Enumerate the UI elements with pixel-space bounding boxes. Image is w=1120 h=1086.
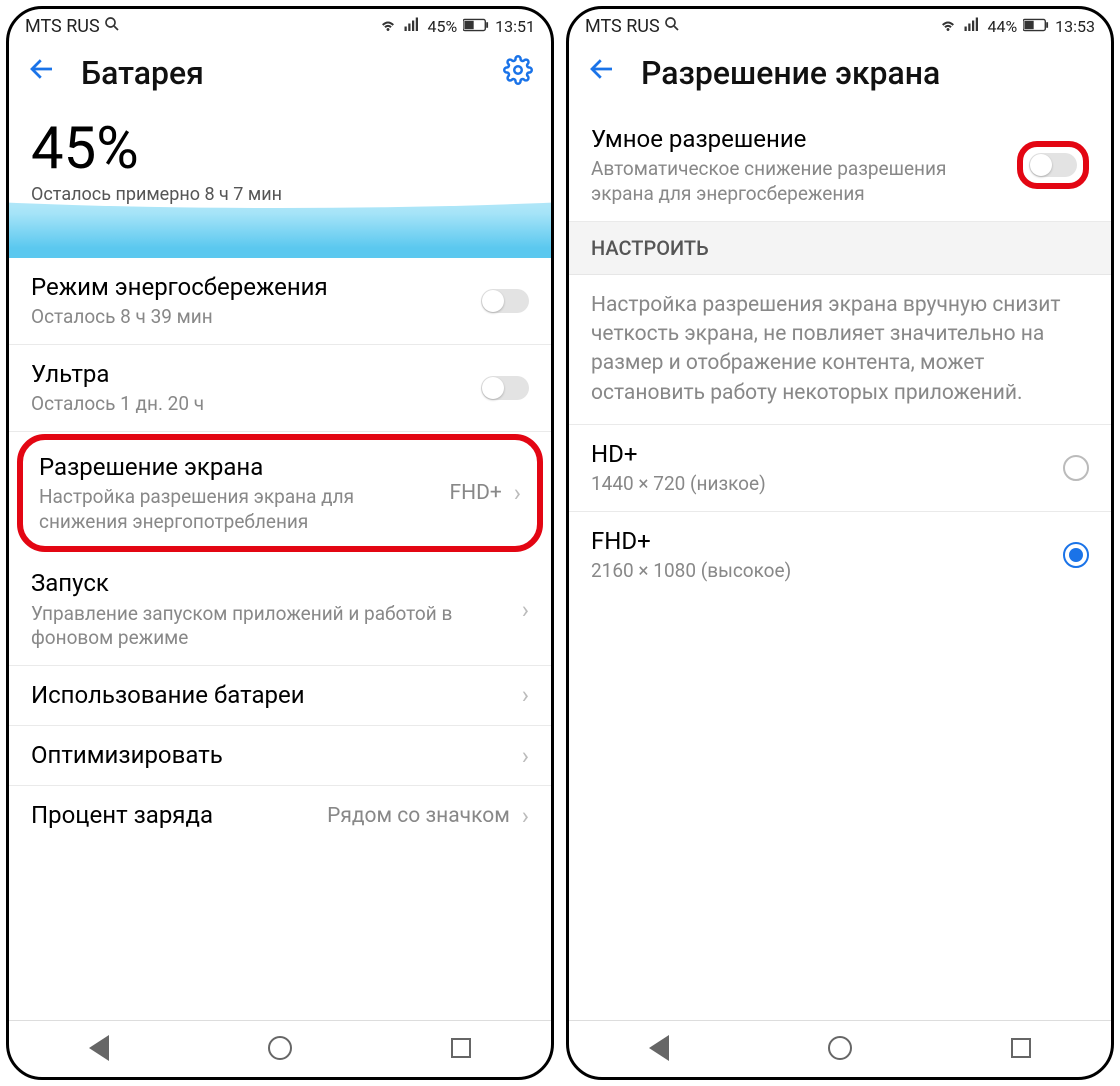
search-icon [103,15,121,38]
nav-home-icon[interactable] [268,1036,292,1060]
ultra-row[interactable]: Ультра Осталось 1 дн. 20 ч [9,345,551,432]
power-save-row[interactable]: Режим энергосбережения Осталось 8 ч 39 м… [9,258,551,345]
phone-right: MTS RUS 44% 13:53 Разрешение экрана [566,6,1114,1080]
launch-sub: Управление запуском приложений и работой… [31,602,510,651]
battery-remaining-label: Осталось примерно 8 ч 7 мин [31,184,529,205]
smart-resolution-title: Умное разрешение [591,124,1005,155]
power-save-sub: Осталось 8 ч 39 мин [31,305,469,330]
resolution-sub: Настройка разрешения экрана для снижения… [39,485,437,534]
status-bar: MTS RUS 44% 13:53 [569,9,1111,40]
nav-bar [569,1020,1111,1077]
chevron-right-icon: › [522,681,529,709]
gear-icon[interactable] [503,55,533,92]
hd-option-row[interactable]: HD+ 1440 × 720 (низкое) [569,425,1111,512]
nav-home-icon[interactable] [828,1036,852,1060]
status-bar: MTS RUS 45% 13:51 [9,9,551,40]
battery-percent-label: 44% [987,17,1017,36]
page-title: Разрешение экрана [641,54,1093,92]
percent-display-row[interactable]: Процент заряда Рядом со значком › [9,786,551,845]
header: Разрешение экрана [569,40,1111,110]
time-label: 13:53 [1055,17,1095,36]
phone-left: MTS RUS 45% 13:51 Батарея [6,6,554,1080]
fhd-option-row[interactable]: FHD+ 2160 × 1080 (высокое) [569,512,1111,598]
percent-display-value: Рядом со значком [327,804,510,828]
configure-section-header: НАСТРОИТЬ [569,222,1111,275]
resolution-row[interactable]: Разрешение экрана Настройка разрешения э… [23,440,537,547]
header: Батарея [9,40,551,110]
nav-back-icon[interactable] [89,1035,109,1061]
page-title: Батарея [81,54,479,92]
back-arrow-icon[interactable] [587,54,617,92]
nav-recent-icon[interactable] [1011,1038,1031,1058]
chevron-right-icon: › [522,742,529,770]
nav-bar [9,1020,551,1077]
resolution-title: Разрешение экрана [39,452,437,483]
wifi-icon [939,16,957,38]
wifi-icon [379,16,397,38]
time-label: 13:51 [495,17,535,36]
usage-title: Использование батареи [31,680,510,711]
carrier-label: MTS RUS [25,16,100,37]
battery-icon [1023,17,1049,36]
smart-resolution-sub: Автоматическое снижение разрешения экран… [591,157,1005,206]
smart-resolution-row[interactable]: Умное разрешение Автоматическое снижение… [569,110,1111,222]
resolution-highlight: Разрешение экрана Настройка разрешения э… [17,434,543,553]
fhd-sub: 2160 × 1080 (высокое) [591,559,1051,584]
carrier-label: MTS RUS [585,16,660,37]
usage-row[interactable]: Использование батареи › [9,666,551,726]
ultra-sub: Осталось 1 дн. 20 ч [31,392,469,417]
chevron-right-icon: › [522,596,529,624]
settings-list: Режим энергосбережения Осталось 8 ч 39 м… [9,258,551,1020]
battery-percent-label: 45% [427,17,457,36]
launch-row[interactable]: Запуск Управление запуском приложений и … [9,554,551,666]
smart-resolution-toggle[interactable] [1029,153,1077,177]
percent-display-title: Процент заряда [31,800,315,831]
optimize-title: Оптимизировать [31,740,510,771]
configure-description: Настройка разрешения экрана вручную сниз… [569,275,1111,426]
ultra-title: Ультра [31,359,469,390]
power-save-toggle[interactable] [481,289,529,313]
chevron-right-icon: › [522,802,529,830]
battery-icon [463,17,489,36]
launch-title: Запуск [31,568,510,599]
settings-list: Умное разрешение Автоматическое снижение… [569,110,1111,1020]
resolution-value: FHD+ [449,481,501,505]
battery-hero: 45% Осталось примерно 8 ч 7 мин [9,110,551,258]
back-arrow-icon[interactable] [27,54,57,92]
fhd-radio[interactable] [1063,542,1089,568]
smart-toggle-highlight [1017,141,1089,189]
ultra-toggle[interactable] [481,376,529,400]
battery-percent-large: 45% [31,120,529,178]
nav-back-icon[interactable] [649,1035,669,1061]
signal-icon [403,16,421,38]
chevron-right-icon: › [514,479,521,507]
hd-title: HD+ [591,439,1051,470]
search-icon [663,15,681,38]
power-save-title: Режим энергосбережения [31,272,469,303]
fhd-title: FHD+ [591,526,1051,557]
signal-icon [963,16,981,38]
optimize-row[interactable]: Оптимизировать › [9,726,551,786]
hd-radio[interactable] [1063,455,1089,481]
nav-recent-icon[interactable] [451,1038,471,1058]
hd-sub: 1440 × 720 (низкое) [591,472,1051,497]
